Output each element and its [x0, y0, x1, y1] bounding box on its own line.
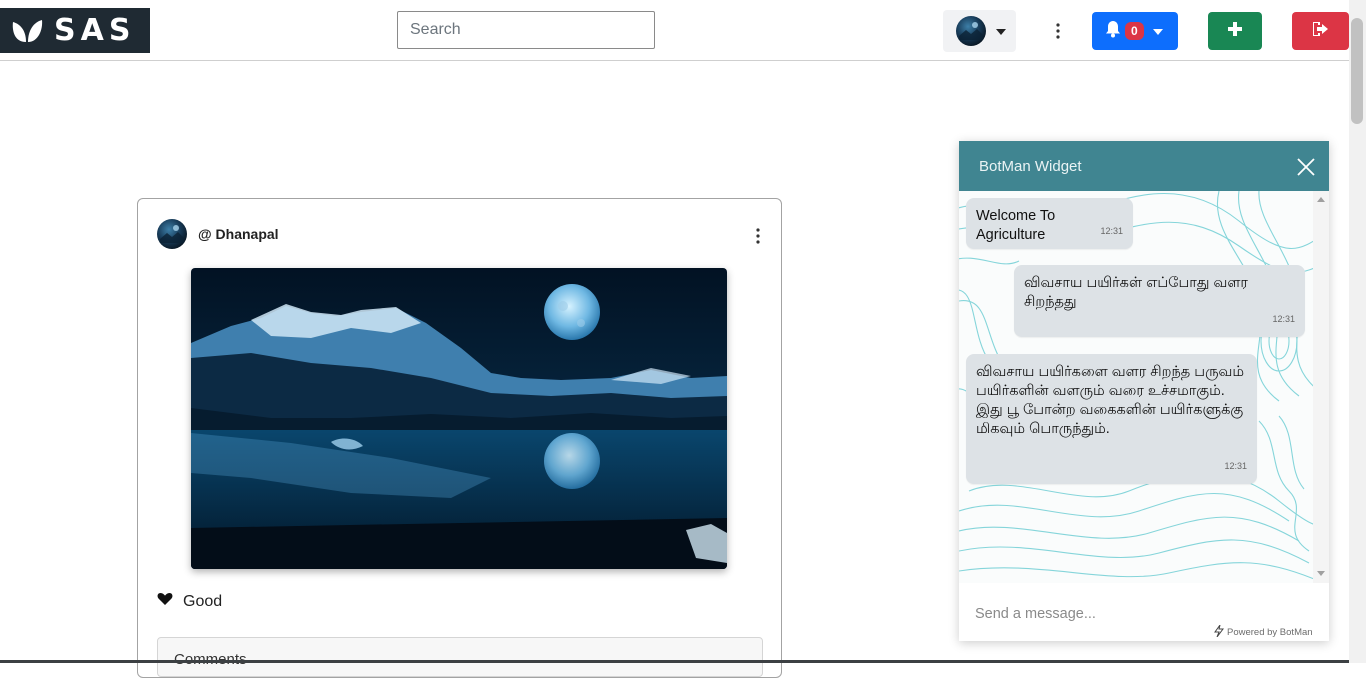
- powered-by-text: Powered by BotMan: [1227, 627, 1313, 638]
- search-input[interactable]: [397, 11, 655, 49]
- chat-scrollbar[interactable]: [1313, 191, 1329, 583]
- message-input[interactable]: [973, 603, 1307, 625]
- close-icon[interactable]: [1296, 157, 1316, 177]
- message-time: 12:31: [1272, 314, 1295, 324]
- profile-dropdown-button[interactable]: [943, 10, 1016, 52]
- top-navbar: SAS Search 0: [0, 0, 1366, 61]
- scrollbar-thumb[interactable]: [1351, 18, 1363, 124]
- message-text: விவசாய பயிர்கள் எப்போது வளர சிறந்தது: [1024, 275, 1248, 310]
- page-scrollbar[interactable]: [1349, 0, 1366, 663]
- bell-icon: [1105, 20, 1121, 43]
- post-image[interactable]: [191, 268, 727, 569]
- scroll-up-arrow-icon[interactable]: [1317, 197, 1325, 202]
- post-author[interactable]: @ Dhanapal: [198, 226, 279, 242]
- logout-button[interactable]: [1292, 12, 1349, 50]
- chat-widget: BotMan Widget Welcome To Agriculture 12:…: [959, 141, 1329, 641]
- chat-message: Welcome To Agriculture 12:31: [966, 198, 1133, 249]
- scroll-down-arrow-icon[interactable]: [1317, 571, 1325, 576]
- vertical-dots-icon[interactable]: [1050, 18, 1066, 44]
- caret-down-icon: [1152, 22, 1163, 40]
- post-card: @ Dhanapal Good: [137, 198, 782, 678]
- plus-icon: [1228, 21, 1242, 41]
- notifications-button[interactable]: 0: [1092, 12, 1178, 50]
- lightning-icon: [1214, 624, 1224, 640]
- avatar: [956, 16, 986, 46]
- powered-by-label[interactable]: Powered by BotMan: [1214, 624, 1313, 640]
- reaction-label: Good: [183, 592, 223, 610]
- chat-message: விவசாய பயிர்கள் எப்போது வளர சிறந்தது 12:…: [1014, 265, 1305, 337]
- brand-name: SAS: [54, 13, 136, 48]
- vertical-dots-icon[interactable]: [748, 223, 768, 249]
- chat-input-area: Powered by BotMan: [959, 583, 1329, 641]
- chat-message: விவசாய பயிர்களை வளர சிறந்த பருவம் பயிர்க…: [966, 354, 1257, 484]
- message-time: 12:31: [1224, 461, 1247, 471]
- leaf-logo-icon: [10, 18, 44, 44]
- brand-logo[interactable]: SAS: [0, 8, 150, 53]
- message-time: 12:31: [1100, 226, 1123, 236]
- caret-down-icon: [996, 22, 1006, 40]
- add-post-button[interactable]: [1208, 12, 1262, 50]
- message-text: விவசாய பயிர்களை வளர சிறந்த பருவம் பயிர்க…: [976, 364, 1245, 437]
- comments-section: Comments: [157, 637, 763, 677]
- post-reaction-row: Good: [157, 592, 222, 611]
- avatar[interactable]: [157, 219, 187, 249]
- chat-message-list[interactable]: Welcome To Agriculture 12:31 விவசாய பயிர…: [959, 191, 1313, 583]
- heart-icon[interactable]: [157, 592, 173, 611]
- message-text: Welcome To Agriculture: [976, 208, 1056, 243]
- chat-title: BotMan Widget: [979, 158, 1082, 175]
- sign-out-icon: [1311, 20, 1329, 41]
- notification-count-badge: 0: [1125, 22, 1144, 40]
- chat-header: BotMan Widget: [959, 141, 1329, 191]
